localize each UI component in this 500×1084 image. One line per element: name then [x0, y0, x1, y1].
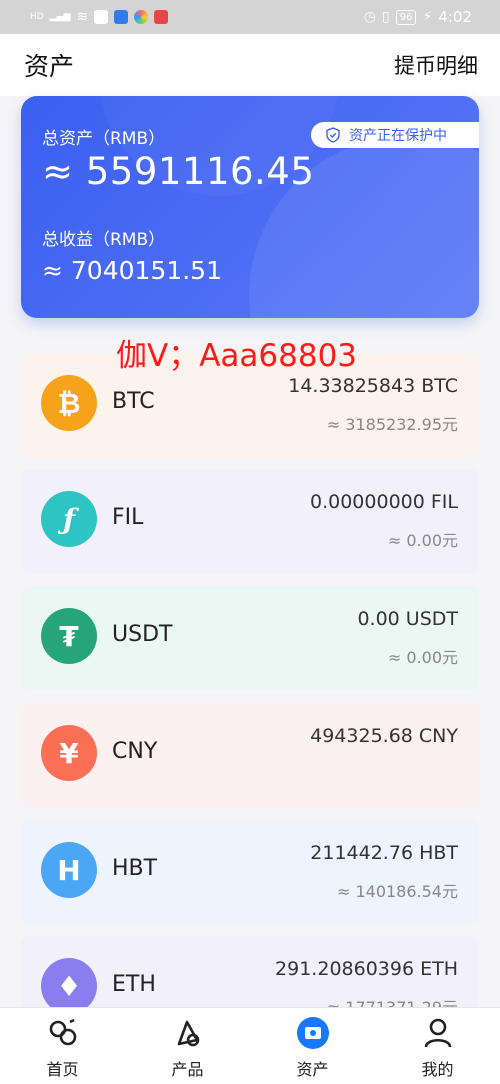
tab-assets[interactable]: 资产 — [250, 1008, 375, 1084]
total-assets-value: ≈ 5591116.45 — [42, 150, 315, 193]
status-left: HD ▂▄▆ ≋ — [30, 9, 169, 25]
asset-summary-card: 资产正在保护中 总资产（RMB） ≈ 5591116.45 总收益（RMB） ≈… — [21, 96, 479, 318]
contact-watermark: 伽V；Aaa68803 — [116, 338, 358, 374]
bottom-tab-bar: 首页 产品 资产 我的 — [0, 1007, 500, 1084]
coin-card-usdt[interactable]: ₮ USDT 0.00 USDT ≈ 0.00元 — [21, 586, 479, 690]
tab-label: 首页 — [46, 1060, 79, 1079]
wifi-icon: ≋ — [76, 9, 89, 25]
ethereum-icon: ♦ — [41, 958, 97, 1014]
hd-indicator: HD — [30, 12, 44, 22]
protection-label: 资产正在保护中 — [349, 128, 447, 144]
tab-label: 产品 — [171, 1060, 204, 1079]
total-income-value: ≈ 7040151.51 — [42, 256, 222, 285]
coin-amount: 0.00 USDT — [357, 608, 458, 630]
notification-photos-icon — [134, 10, 149, 24]
coin-card-cny[interactable]: ¥ CNY 494325.68 CNY — [21, 703, 479, 807]
withdraw-details-link[interactable]: 提币明细 — [394, 50, 478, 80]
coin-amount: 0.00000000 FIL — [310, 491, 458, 513]
alarm-icon: ◷ — [363, 9, 377, 25]
page-title: 资产 — [24, 52, 75, 81]
hbt-icon: H — [41, 842, 97, 898]
coin-name: CNY — [112, 739, 158, 764]
assets-icon — [296, 1017, 329, 1049]
notification-browser-icon — [114, 10, 129, 24]
coin-name: FIL — [112, 505, 144, 530]
coin-name: ETH — [112, 972, 156, 997]
coin-value: ≈ 0.00元 — [387, 531, 458, 550]
tab-label: 我的 — [421, 1060, 454, 1079]
tab-home[interactable]: 首页 — [0, 1008, 125, 1084]
coin-value: ≈ 3185232.95元 — [326, 415, 458, 434]
clock: 4:02 — [438, 8, 472, 26]
coin-amount: 211442.76 HBT — [310, 842, 458, 864]
total-assets-label: 总资产（RMB） — [42, 129, 166, 149]
shield-check-icon — [326, 127, 340, 143]
total-income-label: 总收益（RMB） — [42, 230, 166, 250]
yuan-icon: ¥ — [41, 725, 97, 781]
coin-amount: 291.20860396 ETH — [275, 958, 458, 980]
app-header: 资产 提币明细 — [0, 34, 500, 96]
filecoin-icon: ƒ — [41, 491, 97, 547]
coin-card-hbt[interactable]: H HBT 211442.76 HBT ≈ 140186.54元 — [21, 820, 479, 924]
status-bar: HD ▂▄▆ ≋ ◷ ▯ 96 ⚡ 4:02 — [0, 0, 500, 34]
battery-indicator: 96 — [395, 9, 417, 25]
coin-card-fil[interactable]: ƒ FIL 0.00000000 FIL ≈ 0.00元 — [21, 469, 479, 573]
coin-value: ≈ 0.00元 — [387, 648, 458, 667]
coin-name: BTC — [112, 389, 155, 414]
coin-amount: 14.33825843 BTC — [288, 375, 458, 397]
bitcoin-icon: ₿ — [41, 375, 97, 431]
notification-app-icon — [94, 10, 109, 24]
signal-icon: ▂▄▆ — [49, 12, 71, 22]
charging-icon: ⚡ — [422, 9, 433, 25]
coin-name: HBT — [112, 856, 158, 881]
tab-profile[interactable]: 我的 — [375, 1008, 500, 1084]
tether-icon: ₮ — [41, 608, 97, 664]
vibrate-icon: ▯ — [382, 9, 390, 25]
coin-value: ≈ 140186.54元 — [336, 882, 458, 901]
profile-icon — [424, 1018, 451, 1048]
home-icon — [49, 1018, 76, 1046]
coin-amount: 494325.68 CNY — [310, 725, 458, 747]
status-right: ◷ ▯ 96 ⚡ 4:02 — [364, 8, 472, 26]
protection-badge[interactable]: 资产正在保护中 — [311, 122, 479, 148]
product-icon — [177, 1020, 199, 1047]
tab-label: 资产 — [296, 1060, 329, 1079]
tab-products[interactable]: 产品 — [125, 1008, 250, 1084]
coin-name: USDT — [112, 622, 173, 647]
notification-mail-icon — [154, 10, 169, 24]
